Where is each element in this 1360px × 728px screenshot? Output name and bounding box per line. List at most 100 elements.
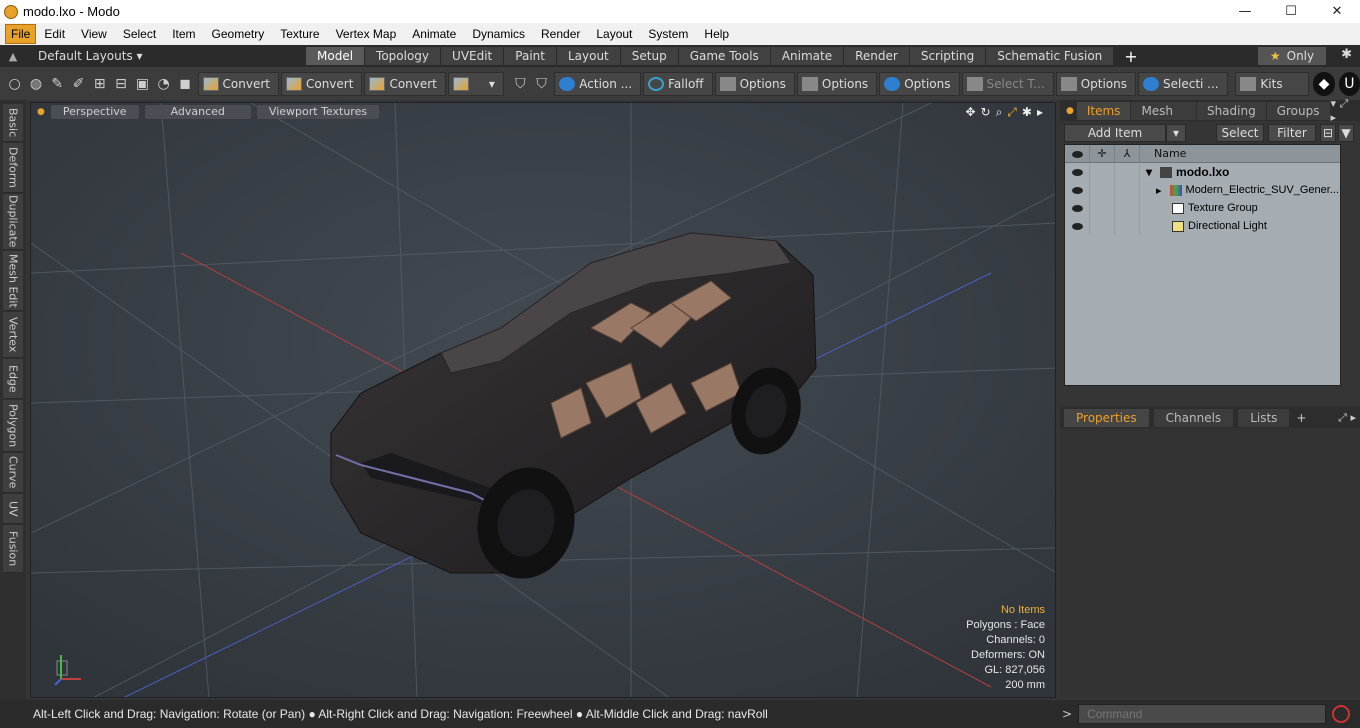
tab-groups[interactable]: Groups	[1266, 101, 1330, 120]
maximize-button[interactable]: ☐	[1268, 0, 1314, 23]
menu-geometry[interactable]: Geometry	[204, 24, 273, 44]
tab-items[interactable]: Items	[1076, 101, 1131, 120]
unreal-icon[interactable]: U	[1338, 71, 1360, 96]
funnel-icon[interactable]: ▼	[1338, 123, 1354, 142]
convert-button-2[interactable]: Convert	[280, 71, 363, 96]
3d-viewport[interactable]: ● Perspective Advanced Viewport Textures…	[30, 102, 1056, 698]
symmetry-icon[interactable]: ⛉	[510, 72, 531, 96]
eye-icon[interactable]	[1065, 181, 1090, 199]
polygon-mode-icon[interactable]: ▣	[132, 72, 153, 96]
convert-button-3[interactable]: Convert	[364, 71, 446, 96]
add-layout-tab-button[interactable]: +	[1124, 47, 1137, 66]
options-button-3[interactable]: Options	[879, 71, 960, 96]
command-arrow-icon[interactable]: >	[1062, 707, 1072, 721]
action-center-button[interactable]: Action ...	[554, 71, 642, 96]
zoom-view-icon[interactable]: ⌕	[996, 105, 1003, 120]
menu-help[interactable]: Help	[696, 24, 737, 44]
filter-button[interactable]: Filter	[1268, 123, 1316, 142]
tab-fusion[interactable]: Fusion	[3, 525, 23, 573]
move-view-icon[interactable]: ✥	[965, 105, 975, 120]
menu-dynamics[interactable]: Dynamics	[464, 24, 533, 44]
selection-button[interactable]: Selecti ...	[1138, 71, 1228, 96]
menu-select[interactable]: Select	[115, 24, 164, 44]
tab-channels[interactable]: Channels	[1153, 408, 1234, 427]
brush-icon[interactable]: ✐	[68, 72, 89, 96]
collapse-arrow-icon[interactable]: ▸	[1156, 184, 1162, 197]
tab-basic[interactable]: Basic	[3, 104, 23, 142]
tab-schematic-fusion[interactable]: Schematic Fusion	[986, 47, 1114, 65]
menu-vertex-map[interactable]: Vertex Map	[328, 24, 405, 44]
viewport-expand-icon[interactable]: ▸	[1037, 105, 1043, 120]
pin-icon[interactable]: ▲	[0, 50, 26, 63]
default-layouts-dropdown[interactable]: Default Layouts ▾	[26, 49, 306, 63]
select-through-button[interactable]: Select T...	[961, 71, 1054, 96]
tab-polygon[interactable]: Polygon	[3, 400, 23, 452]
menu-edit[interactable]: Edit	[36, 24, 73, 44]
options-button-4[interactable]: Options	[1055, 71, 1136, 96]
mesh-cube-dropdown[interactable]: ▾	[447, 71, 504, 96]
visibility-column-icon[interactable]	[1065, 144, 1090, 163]
vertex-mode-icon[interactable]: ⊞	[89, 72, 110, 96]
circle-select-icon[interactable]: ○	[4, 72, 25, 96]
close-button[interactable]: ✕	[1314, 0, 1360, 23]
panel-menu-dot-icon[interactable]: ●	[1060, 106, 1077, 116]
menu-layout[interactable]: Layout	[588, 24, 640, 44]
material-mode-icon[interactable]: ◔	[153, 72, 174, 96]
tree-row-texture-group[interactable]: Texture Group	[1065, 199, 1340, 217]
viewport-perspective-dropdown[interactable]: Perspective	[50, 105, 139, 119]
symmetry-alt-icon[interactable]: ⛉	[531, 72, 552, 96]
minimize-button[interactable]: —	[1222, 0, 1268, 23]
record-macro-icon[interactable]	[1332, 705, 1351, 723]
type-column-icon[interactable]: ⅄	[1115, 144, 1140, 163]
menu-render[interactable]: Render	[533, 24, 588, 44]
tab-duplicate[interactable]: Duplicate	[3, 194, 23, 250]
menu-animate[interactable]: Animate	[404, 24, 464, 44]
item-mode-icon[interactable]: ◼	[174, 72, 195, 96]
menu-file[interactable]: File	[5, 24, 37, 44]
tab-mesh[interactable]: Mesh ...	[1131, 101, 1196, 136]
menu-system[interactable]: System	[640, 24, 696, 44]
tab-properties[interactable]: Properties	[1064, 408, 1149, 427]
tab-mesh-edit[interactable]: Mesh Edit	[3, 251, 23, 311]
tree-row-mesh[interactable]: ▸ Modern_Electric_SUV_Gener...	[1065, 181, 1340, 199]
tab-scripting[interactable]: Scripting	[909, 47, 986, 65]
eye-icon[interactable]	[1065, 217, 1090, 235]
only-toggle[interactable]: ★ Only	[1258, 47, 1326, 65]
tab-deform[interactable]: Deform	[3, 143, 23, 193]
eye-icon[interactable]	[1065, 199, 1090, 217]
add-item-button[interactable]: Add Item	[1064, 123, 1166, 142]
tab-render[interactable]: Render	[844, 47, 909, 65]
unity-icon[interactable]: ◆	[1313, 71, 1335, 96]
add-properties-tab-button[interactable]: +	[1296, 411, 1306, 425]
command-input[interactable]	[1078, 704, 1327, 724]
viewport-menu-dot-icon[interactable]: ●	[37, 107, 45, 117]
name-column-header[interactable]: Name	[1140, 147, 1186, 160]
viewport-settings-icon[interactable]: ✱	[1022, 105, 1032, 120]
falloff-button[interactable]: Falloff	[643, 71, 713, 96]
tab-paint[interactable]: Paint	[504, 47, 556, 65]
tab-layout[interactable]: Layout	[556, 47, 620, 65]
tab-vertex[interactable]: Vertex	[3, 312, 23, 358]
tab-shading[interactable]: Shading	[1196, 101, 1266, 120]
panel-controls-icon[interactable]: ▾ ⤢ ▸	[1331, 97, 1360, 124]
convert-button-1[interactable]: Convert	[197, 71, 279, 96]
globe-icon[interactable]: ◍	[25, 72, 46, 96]
rotate-view-icon[interactable]: ↻	[981, 105, 991, 120]
menu-view[interactable]: View	[73, 24, 115, 44]
add-item-dropdown[interactable]: ▾	[1166, 123, 1186, 142]
viewport-shading-dropdown[interactable]: Advanced	[144, 105, 251, 119]
tab-curve[interactable]: Curve	[3, 453, 23, 493]
gear-icon[interactable]: ✱	[1341, 47, 1352, 62]
tab-setup[interactable]: Setup	[620, 47, 678, 65]
tab-lists[interactable]: Lists	[1238, 408, 1290, 427]
lock-column-icon[interactable]: ✛	[1090, 144, 1115, 163]
options-button-2[interactable]: Options	[796, 71, 878, 96]
menu-item[interactable]: Item	[164, 24, 203, 44]
eye-icon[interactable]	[1065, 163, 1090, 181]
tab-edge[interactable]: Edge	[3, 359, 23, 399]
menu-texture[interactable]: Texture	[272, 24, 327, 44]
tab-topology[interactable]: Topology	[365, 47, 441, 65]
viewport-textures-dropdown[interactable]: Viewport Textures	[256, 105, 380, 119]
collapse-icon[interactable]: ⊟	[1320, 123, 1336, 142]
tree-row-scene[interactable]: ▾ modo.lxo	[1065, 163, 1340, 181]
